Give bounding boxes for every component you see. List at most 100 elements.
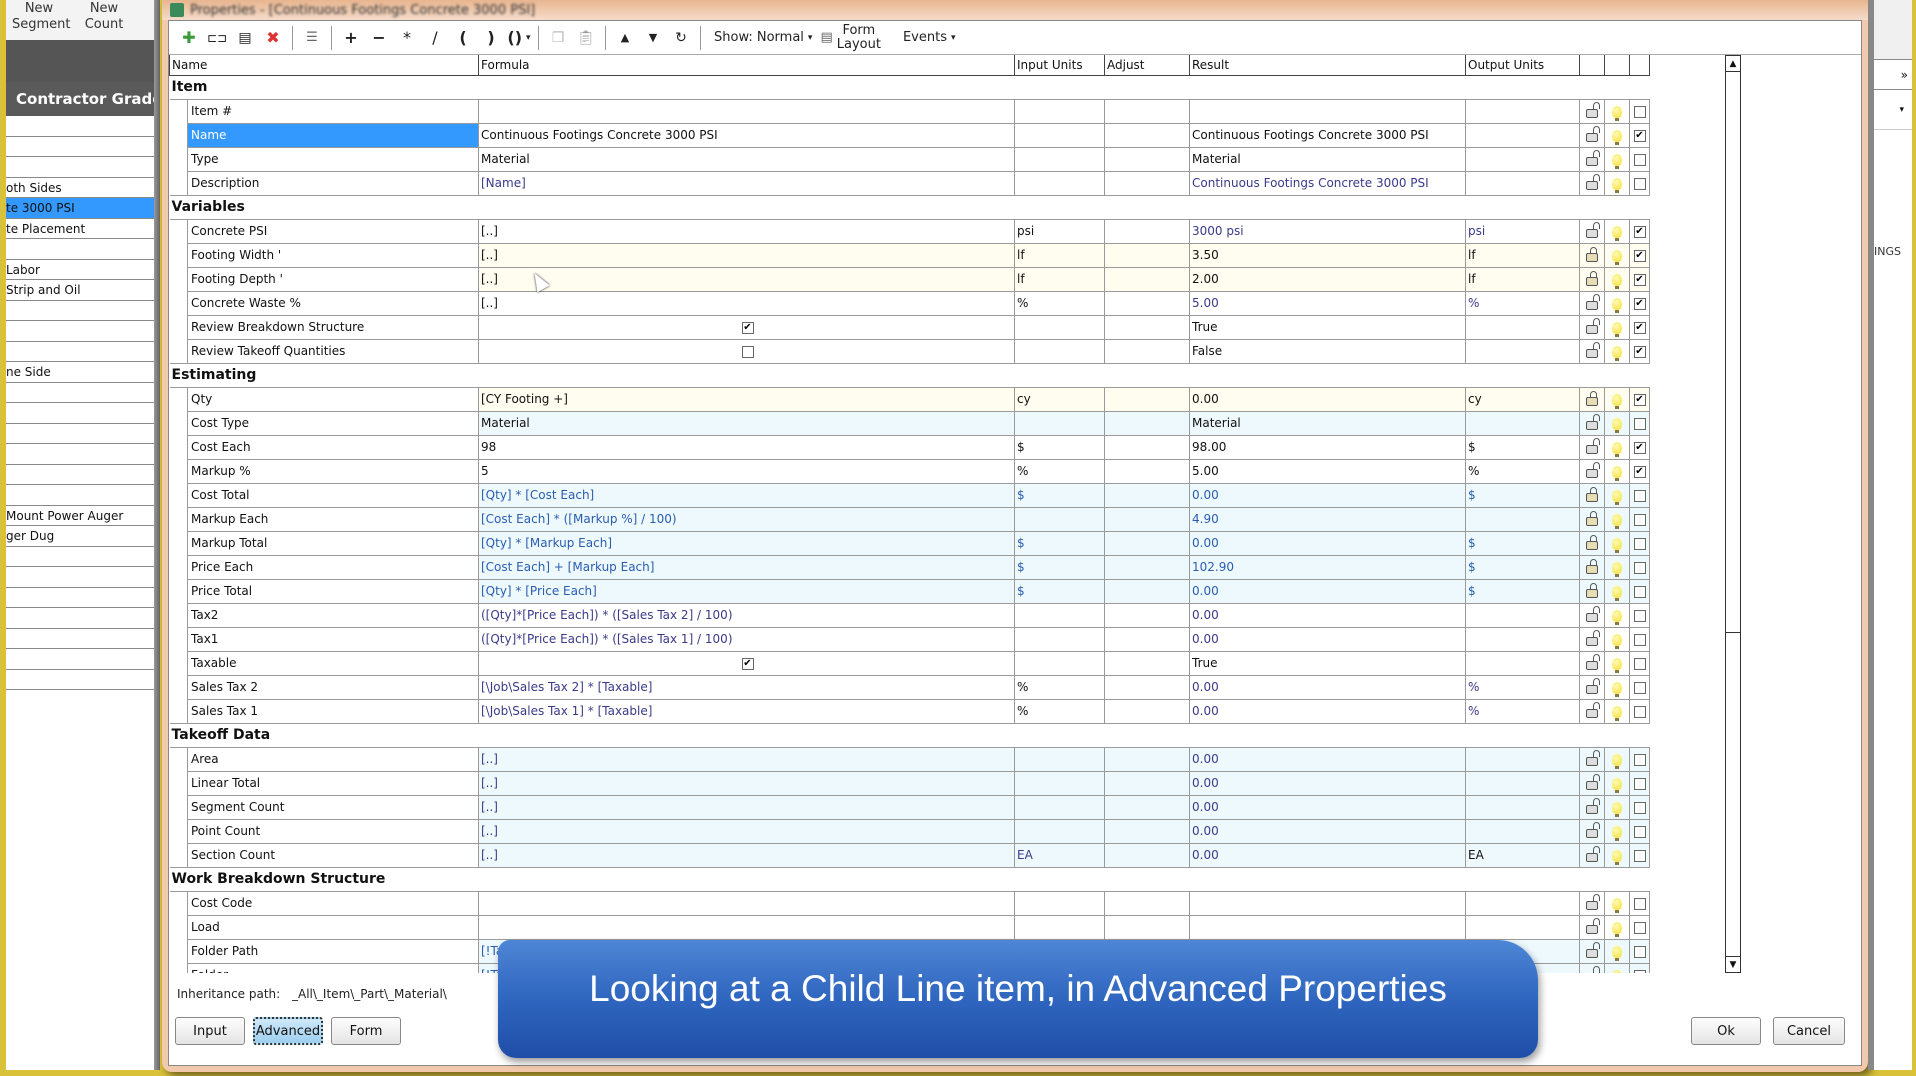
property-name[interactable]: Cost Each bbox=[187, 434, 479, 460]
row-checkbox[interactable] bbox=[1633, 825, 1646, 838]
column-header-output-units[interactable]: Output Units bbox=[1465, 55, 1580, 76]
row-checkbox[interactable] bbox=[1633, 393, 1646, 406]
lock-cell[interactable] bbox=[1579, 314, 1605, 340]
visibility-cell[interactable] bbox=[1604, 962, 1630, 973]
tree-item[interactable] bbox=[6, 608, 160, 629]
lock-open-icon[interactable] bbox=[1586, 654, 1600, 671]
visibility-cell[interactable] bbox=[1604, 314, 1630, 340]
lock-closed-icon[interactable] bbox=[1586, 391, 1598, 407]
column-header-result[interactable]: Result bbox=[1189, 55, 1466, 76]
formula-cell[interactable]: [Cost Each] * ([Markup %] / 100) bbox=[478, 506, 1015, 532]
property-name[interactable]: Cost Total bbox=[187, 482, 479, 508]
tab-input[interactable]: Input bbox=[175, 1017, 245, 1045]
formula-cell[interactable] bbox=[478, 650, 1015, 676]
open-paren-button[interactable]: ( bbox=[449, 25, 477, 51]
visibility-cell[interactable] bbox=[1604, 218, 1630, 244]
property-name[interactable]: Description bbox=[187, 170, 479, 196]
check-cell[interactable] bbox=[1629, 386, 1650, 412]
row-checkbox[interactable] bbox=[1633, 945, 1646, 958]
input-units-cell[interactable]: cy bbox=[1014, 386, 1105, 412]
property-row[interactable]: Taxable True bbox=[169, 650, 1650, 676]
row-checkbox[interactable] bbox=[1633, 513, 1646, 526]
lock-cell[interactable] bbox=[1579, 434, 1605, 460]
lock-cell[interactable] bbox=[1579, 530, 1605, 556]
formula-cell[interactable]: [..] bbox=[478, 242, 1015, 268]
check-cell[interactable] bbox=[1629, 938, 1650, 964]
input-units-cell[interactable]: % bbox=[1014, 290, 1105, 316]
formula-cell[interactable]: [\Job\Sales Tax 2] * [Taxable] bbox=[478, 674, 1015, 700]
lock-cell[interactable] bbox=[1579, 962, 1605, 973]
formula-cell[interactable]: [..] bbox=[478, 770, 1015, 796]
tree-item[interactable] bbox=[6, 321, 160, 342]
visibility-cell[interactable] bbox=[1604, 674, 1630, 700]
adjust-cell[interactable] bbox=[1104, 146, 1190, 172]
check-cell[interactable] bbox=[1629, 602, 1650, 628]
output-units-cell[interactable] bbox=[1465, 98, 1580, 124]
property-name[interactable]: Concrete Waste % bbox=[187, 290, 479, 316]
tree-item[interactable] bbox=[6, 157, 160, 178]
section-header[interactable]: Item bbox=[169, 74, 1650, 100]
lock-open-icon[interactable] bbox=[1586, 702, 1600, 719]
lightbulb-icon[interactable] bbox=[1612, 609, 1622, 625]
refresh-icon[interactable]: ↻ bbox=[667, 25, 695, 51]
tree-item[interactable]: te 3000 PSI bbox=[6, 198, 160, 219]
check-cell[interactable] bbox=[1629, 458, 1650, 484]
tree-item[interactable]: ne Side bbox=[6, 362, 160, 383]
tree-item[interactable]: oth Sides bbox=[6, 178, 160, 198]
visibility-cell[interactable] bbox=[1604, 746, 1630, 772]
row-checkbox[interactable] bbox=[1633, 177, 1646, 190]
input-units-cell[interactable]: $ bbox=[1014, 482, 1105, 508]
lock-closed-icon[interactable] bbox=[1586, 271, 1598, 287]
output-units-cell[interactable] bbox=[1465, 650, 1580, 676]
input-units-cell[interactable] bbox=[1014, 770, 1105, 796]
lightbulb-icon[interactable] bbox=[1612, 969, 1622, 973]
output-units-cell[interactable] bbox=[1465, 338, 1580, 364]
property-name[interactable]: Folder Path bbox=[187, 938, 479, 964]
visibility-cell[interactable] bbox=[1604, 770, 1630, 796]
close-paren-button[interactable]: ) bbox=[477, 25, 505, 51]
formula-cell[interactable]: [..] bbox=[478, 794, 1015, 820]
row-checkbox[interactable] bbox=[1633, 225, 1646, 238]
output-units-cell[interactable]: $ bbox=[1465, 530, 1580, 556]
output-units-cell[interactable]: cy bbox=[1465, 386, 1580, 412]
visibility-cell[interactable] bbox=[1604, 458, 1630, 484]
check-cell[interactable] bbox=[1629, 290, 1650, 316]
tree-item[interactable] bbox=[6, 424, 160, 444]
check-cell[interactable] bbox=[1629, 98, 1650, 124]
lock-cell[interactable] bbox=[1579, 242, 1605, 268]
vertical-scrollbar[interactable]: ▲ ▼ bbox=[1725, 55, 1741, 973]
adjust-cell[interactable] bbox=[1104, 530, 1190, 556]
formula-cell[interactable]: ([Qty]*[Price Each]) * ([Sales Tax 1] / … bbox=[478, 626, 1015, 652]
property-name[interactable]: Point Count bbox=[187, 818, 479, 844]
adjust-cell[interactable] bbox=[1104, 794, 1190, 820]
row-checkbox[interactable] bbox=[1633, 801, 1646, 814]
lock-open-icon[interactable] bbox=[1586, 150, 1600, 167]
lock-cell[interactable] bbox=[1579, 266, 1605, 292]
property-row[interactable]: Cost Total [Qty] * [Cost Each] $0.00 $ bbox=[169, 482, 1650, 508]
check-cell[interactable] bbox=[1629, 914, 1650, 940]
check-cell[interactable] bbox=[1629, 506, 1650, 532]
property-name[interactable]: Markup Each bbox=[187, 506, 479, 532]
check-cell[interactable] bbox=[1629, 314, 1650, 340]
property-row[interactable]: Load bbox=[169, 914, 1650, 940]
visibility-cell[interactable] bbox=[1604, 338, 1630, 364]
lock-cell[interactable] bbox=[1579, 98, 1605, 124]
property-row[interactable]: Footing Depth ' [..] lf 2.00 lf bbox=[169, 266, 1650, 292]
property-name[interactable]: Section Count bbox=[187, 842, 479, 868]
property-name[interactable]: Linear Total bbox=[187, 770, 479, 796]
scroll-thumb[interactable] bbox=[1726, 73, 1740, 633]
input-units-cell[interactable]: $ bbox=[1014, 554, 1105, 580]
check-cell[interactable] bbox=[1629, 770, 1650, 796]
visibility-cell[interactable] bbox=[1604, 554, 1630, 580]
lock-open-icon[interactable] bbox=[1586, 630, 1600, 647]
property-name[interactable]: Load bbox=[187, 914, 479, 940]
formula-cell[interactable]: [Qty] * [Cost Each] bbox=[478, 482, 1015, 508]
row-checkbox[interactable] bbox=[1633, 753, 1646, 766]
adjust-cell[interactable] bbox=[1104, 842, 1190, 868]
input-units-cell[interactable] bbox=[1014, 146, 1105, 172]
visibility-cell[interactable] bbox=[1604, 122, 1630, 148]
check-cell[interactable] bbox=[1629, 218, 1650, 244]
row-checkbox[interactable] bbox=[1633, 777, 1646, 790]
output-units-cell[interactable]: $ bbox=[1465, 578, 1580, 604]
tree-item[interactable] bbox=[6, 670, 160, 690]
